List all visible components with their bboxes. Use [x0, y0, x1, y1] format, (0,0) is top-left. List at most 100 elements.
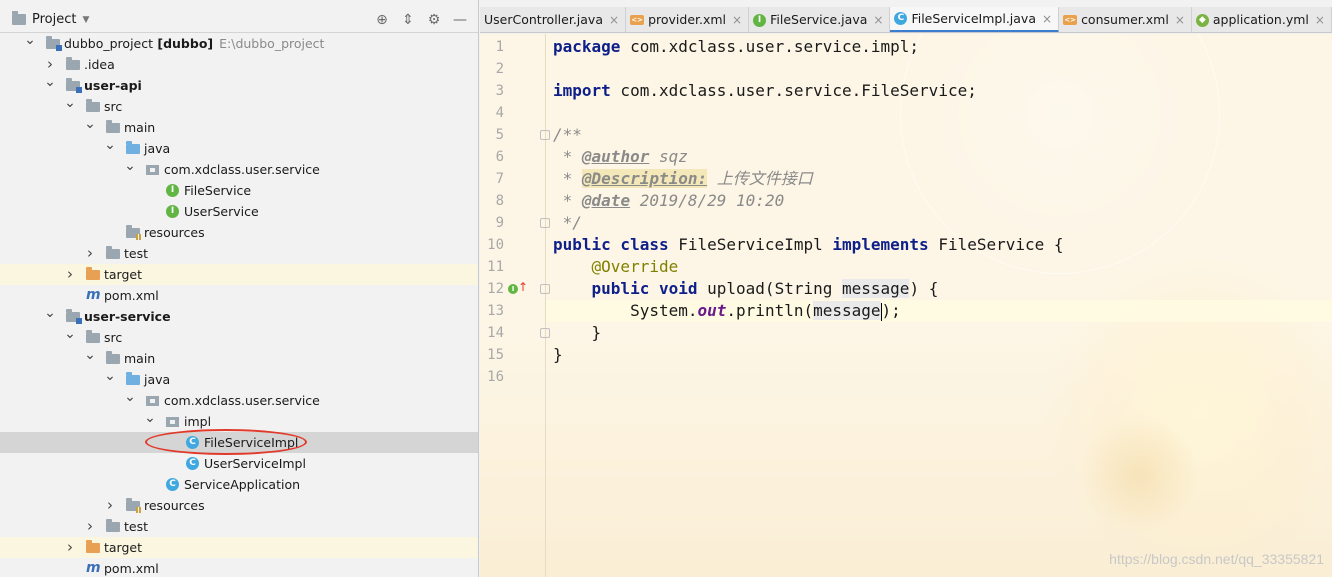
tree-item-resources[interactable]: › resources	[0, 495, 478, 516]
tree-item-test[interactable]: › test	[0, 516, 478, 537]
line-number[interactable]: 14	[480, 322, 504, 344]
tree-item-user-api[interactable]: ⌄ user-api	[0, 75, 478, 96]
chevron-down-icon[interactable]: ⌄	[44, 75, 56, 96]
chevron-down-icon[interactable]: ⌄	[104, 369, 116, 390]
hide-panel-icon[interactable]: —	[447, 12, 473, 28]
chevron-right-icon[interactable]: ›	[84, 243, 96, 264]
tree-item-main[interactable]: ⌄ main	[0, 348, 478, 369]
tree-item-target[interactable]: › target	[0, 264, 478, 285]
project-view-selector[interactable]: Project	[32, 12, 76, 27]
chevron-down-icon[interactable]: ⌄	[64, 96, 76, 117]
tree-item-user-service[interactable]: ⌄ user-service	[0, 306, 478, 327]
code-line[interactable]: package com.xdclass.user.service.impl;	[553, 36, 919, 58]
tree-item-src[interactable]: ⌄ src	[0, 327, 478, 348]
tree-item-resources[interactable]: resources	[0, 222, 478, 243]
fold-marker-icon[interactable]	[540, 284, 550, 294]
chevron-right-icon[interactable]: ›	[64, 537, 76, 558]
tab-usercontroller-java[interactable]: UserController.java ×	[480, 7, 627, 32]
tree-item-userservice[interactable]: I UserService	[0, 201, 478, 222]
code-line[interactable]: * @author sqz	[553, 146, 688, 168]
code-line[interactable]: import com.xdclass.user.service.FileServ…	[553, 80, 977, 102]
tree-item-serviceapplication[interactable]: C ServiceApplication	[0, 474, 478, 495]
line-number[interactable]: 8	[480, 190, 504, 212]
tree-item--idea[interactable]: › .idea	[0, 54, 478, 75]
chevron-down-icon[interactable]: ▼	[82, 15, 89, 25]
tree-item-com-xdclass-user-service[interactable]: ⌄ com.xdclass.user.service	[0, 159, 478, 180]
chevron-down-icon[interactable]: ⌄	[104, 138, 116, 159]
line-number[interactable]: 3	[480, 80, 504, 102]
tab-fileserviceimpl-java[interactable]: C FileServiceImpl.java ×	[890, 7, 1060, 32]
code-token: sqz	[649, 147, 688, 166]
line-number[interactable]: 4	[480, 102, 504, 124]
code-line[interactable]: * @Description: 上传文件接口	[553, 168, 813, 190]
gear-icon[interactable]: ⚙	[421, 12, 447, 28]
tree-item-dubbo-project[interactable]: ⌄ dubbo_project [dubbo] E:\dubbo_project	[0, 33, 478, 54]
close-icon[interactable]: ×	[1175, 7, 1185, 32]
chevron-right-icon[interactable]: ›	[104, 495, 116, 516]
tree-item-pom-xml[interactable]: m pom.xml	[0, 285, 478, 306]
code-line[interactable]: * @date 2019/8/29 10:20	[553, 190, 785, 212]
tree-item-userserviceimpl[interactable]: C UserServiceImpl	[0, 453, 478, 474]
tab-provider-xml[interactable]: <> provider.xml ×	[626, 7, 750, 32]
tree-item-java[interactable]: ⌄ java	[0, 369, 478, 390]
line-number[interactable]: 5	[480, 124, 504, 146]
code-line[interactable]: */	[553, 212, 582, 234]
chevron-right-icon[interactable]: ›	[44, 54, 56, 75]
tree-item-pom-xml[interactable]: m pom.xml	[0, 558, 478, 577]
line-number[interactable]: 11	[480, 256, 504, 278]
line-number[interactable]: 6	[480, 146, 504, 168]
tree-item-fileserviceimpl[interactable]: C FileServiceImpl	[0, 432, 478, 453]
chevron-right-icon[interactable]: ›	[64, 264, 76, 285]
tree-item-main[interactable]: ⌄ main	[0, 117, 478, 138]
tree-item-target[interactable]: › target	[0, 537, 478, 558]
line-number[interactable]: 2	[480, 58, 504, 80]
line-number-gutter[interactable]: 1 2 3 4 5 6 7 8 9 10 11 12 13 14 15 16 I ↑	[480, 34, 550, 577]
tab-consumer-xml[interactable]: <> consumer.xml ×	[1059, 7, 1192, 32]
fold-marker-icon[interactable]	[540, 218, 550, 228]
line-number[interactable]: 1	[480, 36, 504, 58]
tree-item-com-xdclass-user-service[interactable]: ⌄ com.xdclass.user.service	[0, 390, 478, 411]
code-line[interactable]: }	[553, 344, 563, 366]
class-icon: C	[166, 478, 179, 491]
chevron-down-icon[interactable]: ⌄	[24, 33, 36, 54]
line-number[interactable]: 16	[480, 366, 504, 388]
close-icon[interactable]: ×	[1042, 7, 1052, 32]
code-line[interactable]: public class FileServiceImpl implements …	[553, 234, 1064, 256]
fold-marker-icon[interactable]	[540, 130, 550, 140]
close-icon[interactable]: ×	[873, 7, 883, 32]
code-line[interactable]: @Override	[553, 256, 679, 278]
collapse-all-icon[interactable]: ⇕	[395, 12, 421, 28]
chevron-down-icon[interactable]: ⌄	[124, 159, 136, 180]
tree-item-impl[interactable]: ⌄ impl	[0, 411, 478, 432]
chevron-down-icon[interactable]: ⌄	[84, 348, 96, 369]
chevron-down-icon[interactable]: ⌄	[124, 390, 136, 411]
chevron-down-icon[interactable]: ⌄	[64, 327, 76, 348]
tree-item-src[interactable]: ⌄ src	[0, 96, 478, 117]
tab-application-yml[interactable]: ◆ application.yml ×	[1192, 7, 1332, 32]
tree-item-java[interactable]: ⌄ java	[0, 138, 478, 159]
locate-target-icon[interactable]: ⊕	[369, 12, 395, 28]
chevron-down-icon[interactable]: ⌄	[84, 117, 96, 138]
chevron-right-icon[interactable]: ›	[84, 516, 96, 537]
code-line[interactable]: /**	[553, 124, 582, 146]
line-number[interactable]: 15	[480, 344, 504, 366]
implements-method-icon[interactable]: I ↑	[508, 280, 528, 295]
close-icon[interactable]: ×	[732, 7, 742, 32]
code-line[interactable]: public void upload(String message) {	[553, 278, 938, 300]
line-number[interactable]: 12	[480, 278, 504, 300]
close-icon[interactable]: ×	[609, 7, 619, 32]
code-line[interactable]: }	[553, 322, 602, 344]
line-number[interactable]: 9	[480, 212, 504, 234]
chevron-down-icon[interactable]: ⌄	[44, 306, 56, 327]
code-line[interactable]: System.out.println(message);	[553, 300, 901, 322]
tab-fileservice-java[interactable]: I FileService.java ×	[749, 7, 891, 32]
fold-marker-icon[interactable]	[540, 328, 550, 338]
line-number[interactable]: 10	[480, 234, 504, 256]
line-number[interactable]: 7	[480, 168, 504, 190]
close-icon[interactable]: ×	[1315, 7, 1325, 32]
code-editor[interactable]: 1 2 3 4 5 6 7 8 9 10 11 12 13 14 15 16 I ↑ package com.xd…	[480, 34, 1332, 577]
tree-item-test[interactable]: › test	[0, 243, 478, 264]
line-number[interactable]: 13	[480, 300, 504, 322]
tree-item-fileservice[interactable]: I FileService	[0, 180, 478, 201]
chevron-down-icon[interactable]: ⌄	[144, 411, 156, 432]
